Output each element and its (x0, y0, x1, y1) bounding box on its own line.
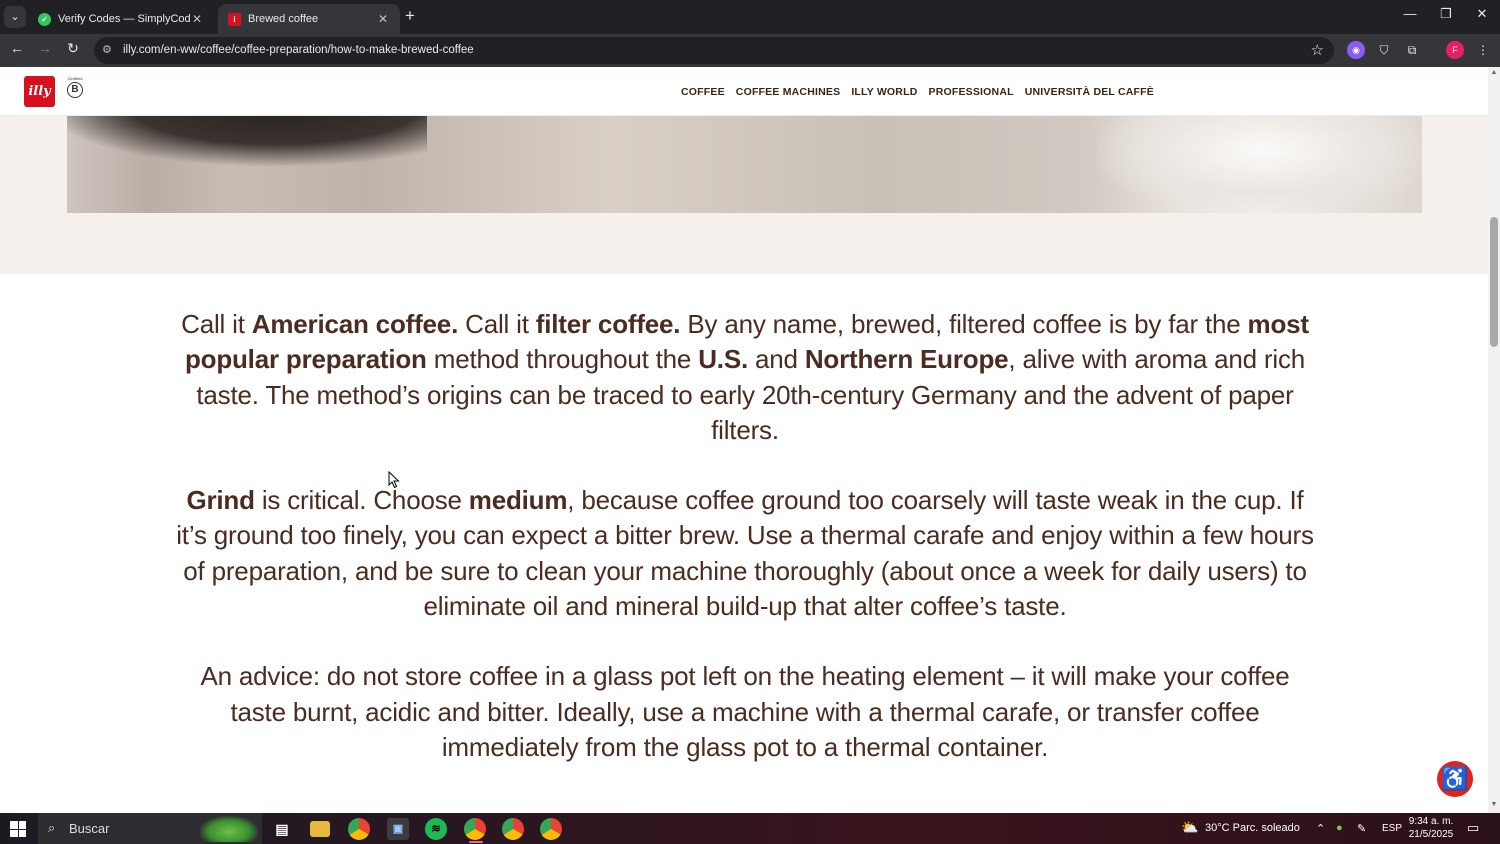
scroll-up-icon[interactable]: ▲ (1488, 69, 1500, 76)
emphasized-text: U.S. (698, 344, 748, 375)
coffee-cup-image (67, 116, 427, 166)
extension-icon[interactable]: ◉ (1347, 41, 1365, 59)
illy-logo[interactable]: illy (24, 76, 55, 107)
emphasized-text: American coffee. (251, 309, 459, 339)
site-info-icon[interactable]: ⚙ (102, 43, 112, 56)
close-tab-icon[interactable]: ✕ (376, 12, 390, 26)
illy-favicon-icon: i (228, 12, 241, 26)
cup-handle-image (1097, 116, 1422, 213)
weather-text[interactable]: 30°C Parc. soleado (1205, 822, 1300, 834)
clock-time: 9:34 a. m. (1408, 816, 1454, 827)
terminal-icon[interactable]: ▣ (387, 818, 409, 840)
forward-icon[interactable]: → (35, 40, 55, 56)
hero-image (67, 116, 1422, 213)
article-body: Call it American coffee. Call it filter … (170, 307, 1320, 800)
restore-window-icon[interactable]: ❐ (1434, 6, 1458, 22)
article-paragraph: Grind is critical. Choose medium, becaus… (170, 483, 1320, 624)
b-corp-certified-icon: Certified B (66, 76, 84, 106)
paragraph-text: Call it (458, 309, 536, 339)
page-scrollbar[interactable]: ▲ ▼ (1488, 67, 1500, 813)
nav-item-illy-world[interactable]: ILLY WORLD (851, 86, 917, 98)
emphasized-text: medium (468, 485, 568, 516)
input-language[interactable]: ESP (1382, 823, 1402, 834)
notifications-icon[interactable]: ▭ (1467, 820, 1479, 836)
close-tab-icon[interactable]: ✕ (190, 12, 204, 26)
article-paragraph: An advice: do not store coffee in a glas… (170, 659, 1320, 765)
system-clock[interactable]: 9:34 a. m. 21/5/2025 (1406, 815, 1456, 841)
nav-item-professional[interactable]: PROFESSIONAL (928, 86, 1013, 98)
close-window-icon[interactable]: ✕ (1470, 6, 1494, 22)
emphasized-text: filter coffee. (535, 309, 681, 339)
paragraph-text: is critical. Choose (254, 485, 469, 516)
paragraph-text: Call it (181, 309, 252, 339)
extensions-puzzle-icon[interactable]: ⧉ (1403, 41, 1421, 59)
reload-icon[interactable]: ↻ (63, 40, 83, 57)
accessibility-icon[interactable]: ♿ (1437, 761, 1473, 797)
windows-start-icon[interactable] (10, 821, 26, 837)
url-text[interactable]: illy.com/en-ww/coffee/coffee-preparation… (123, 44, 474, 56)
browser-menu-icon[interactable]: ⋮ (1474, 41, 1492, 59)
address-bar[interactable]: ⚙ illy.com/en-ww/coffee/coffee-preparati… (94, 37, 1334, 64)
article-paragraph: Call it American coffee. Call it filter … (170, 307, 1320, 448)
profile-avatar[interactable]: F (1446, 41, 1464, 59)
back-icon[interactable]: ← (7, 40, 27, 56)
taskbar-search[interactable]: ⌕ Buscar (38, 813, 262, 844)
scroll-down-icon[interactable]: ▼ (1488, 801, 1500, 808)
bookmark-star-icon[interactable]: ☆ (1311, 41, 1324, 59)
tray-app-icon[interactable]: ● (1336, 822, 1343, 834)
clock-date: 21/5/2025 (1408, 829, 1454, 840)
active-app-indicator (469, 841, 483, 843)
chrome-profile-icon[interactable] (540, 818, 562, 840)
chrome-icon[interactable] (348, 818, 370, 840)
paragraph-text: method throughout the (426, 344, 699, 375)
task-view-icon[interactable]: ▤ (271, 818, 293, 840)
tab-title: Verify Codes — SimplyCodes (58, 13, 190, 25)
minimize-window-icon[interactable]: — (1398, 6, 1422, 21)
nav-item-universita-del-caffe[interactable]: UNIVERSITÀ DEL CAFFÈ (1025, 86, 1154, 98)
chrome-profile-icon[interactable] (502, 818, 524, 840)
paragraph-text: By any name, brewed, filtered coffee is … (680, 309, 1248, 339)
tab-title: Brewed coffee (248, 13, 319, 25)
tab-brewed-coffee[interactable]: i Brewed coffee ✕ (218, 4, 400, 34)
simplycodes-favicon-icon: ✓ (38, 12, 51, 26)
search-icon: ⌕ (48, 820, 56, 835)
paragraph-text: and (748, 344, 805, 375)
browser-tabstrip: ⌄ ✓ Verify Codes — SimplyCodes ✕ i Brewe… (0, 0, 1500, 34)
nav-item-coffee-machines[interactable]: COFFEE MACHINES (736, 86, 841, 98)
chrome-profile-icon[interactable] (464, 818, 486, 840)
site-header: illy Certified B COFFEE COFFEE MACHINES … (0, 67, 1488, 116)
tab-search-dropdown-icon[interactable]: ⌄ (4, 6, 26, 28)
emphasized-text: Grind (186, 485, 255, 516)
show-hidden-icons-icon[interactable]: ⌃ (1316, 822, 1325, 835)
browser-toolbar: ← → ↻ ⚙ illy.com/en-ww/coffee/coffee-pre… (0, 34, 1500, 67)
windows-taskbar: ⌕ Buscar ▤ ▣ ≋ ⛅ 30°C Parc. soleado ⌃ ● … (0, 813, 1500, 844)
emphasized-text: Northern Europe (804, 344, 1009, 375)
scrollbar-thumb[interactable] (1490, 217, 1498, 347)
search-placeholder: Buscar (69, 821, 110, 836)
main-navigation: COFFEE COFFEE MACHINES ILLY WORLD PROFES… (681, 86, 1154, 98)
weather-icon[interactable]: ⛅ (1181, 819, 1198, 836)
hero-section (0, 116, 1488, 274)
new-tab-button[interactable]: + (405, 6, 415, 26)
search-highlight-image (200, 816, 258, 842)
spotify-icon[interactable]: ≋ (425, 818, 447, 840)
page-viewport: illy Certified B COFFEE COFFEE MACHINES … (0, 67, 1488, 813)
nav-item-coffee[interactable]: COFFEE (681, 86, 725, 98)
paragraph-text: An advice: do not store coffee in a glas… (200, 661, 1290, 762)
file-explorer-icon[interactable] (310, 821, 330, 837)
pen-icon[interactable]: ✎ (1357, 822, 1366, 835)
tab-simplycodes[interactable]: ✓ Verify Codes — SimplyCodes ✕ (28, 4, 214, 34)
shield-extension-icon[interactable]: ⛉ (1375, 41, 1393, 59)
